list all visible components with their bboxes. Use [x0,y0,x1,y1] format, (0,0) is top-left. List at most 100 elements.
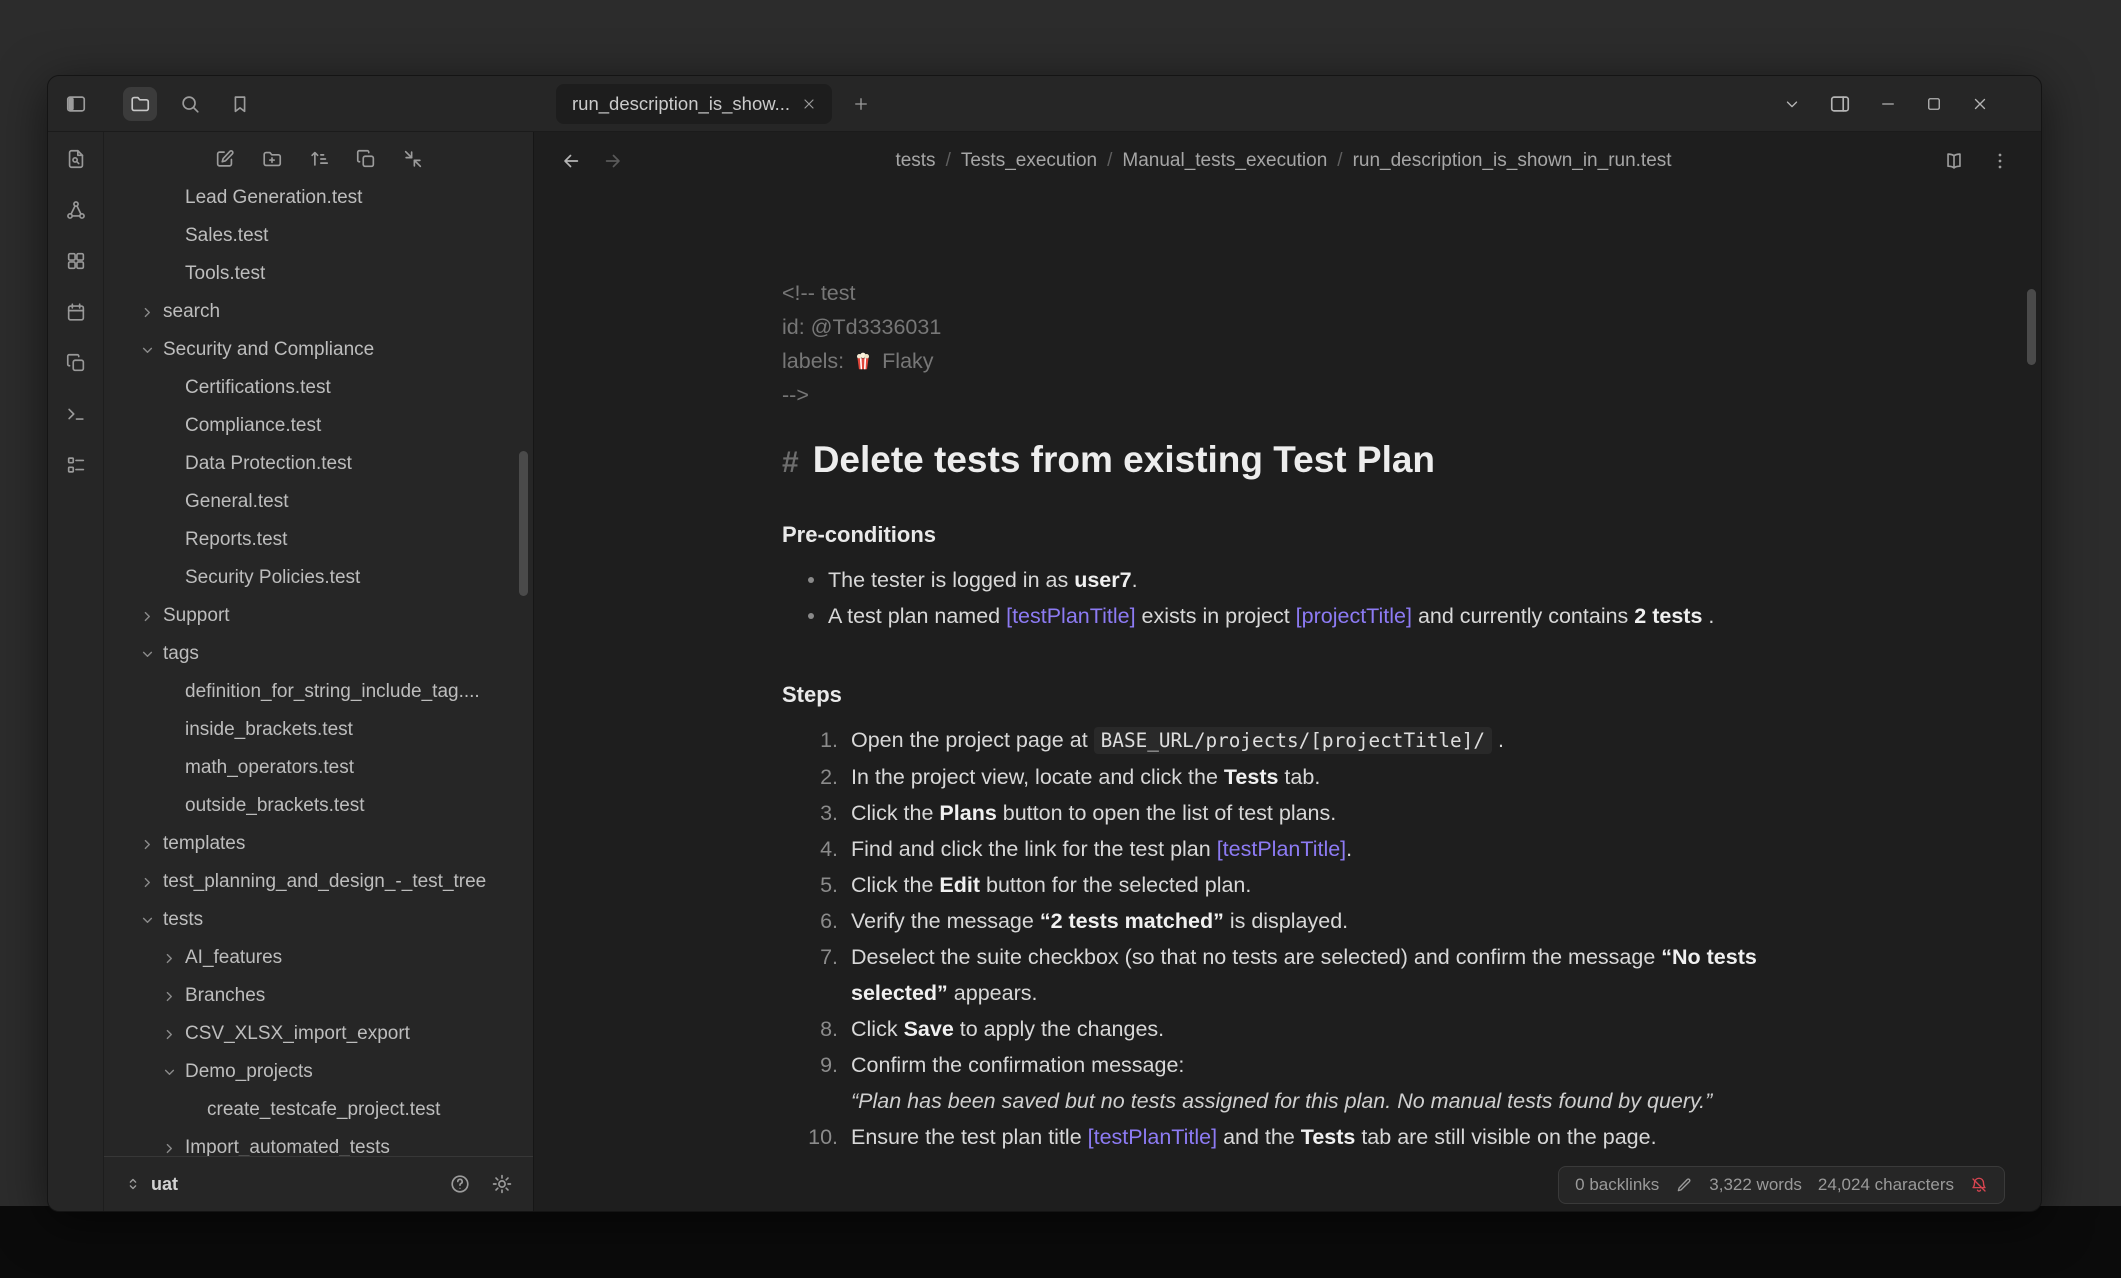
vault-switcher[interactable]: uat [104,1156,533,1211]
tab-list-button[interactable] [1783,95,1801,113]
breadcrumb-segment[interactable]: tests [895,150,935,172]
list-view-icon[interactable] [61,450,91,480]
tree-item[interactable]: General.test [104,483,533,521]
new-tab-button[interactable] [846,89,876,119]
internal-link[interactable]: [testPlanTitle] [1088,1125,1217,1149]
calendar-icon[interactable] [61,297,91,327]
tree-item[interactable]: Tools.test [104,255,533,293]
tree-item[interactable]: tags [104,635,533,673]
tree-item[interactable]: Security Policies.test [104,559,533,597]
tree-item[interactable]: Reports.test [104,521,533,559]
collapse-all-button[interactable] [398,144,428,174]
tree-item[interactable]: create_testcafe_project.test [104,1091,533,1129]
graph-view-icon[interactable] [61,195,91,225]
tree-item[interactable]: AI_features [104,939,533,977]
backlinks-count[interactable]: 0 backlinks [1575,1175,1659,1195]
edit-mode-pencil-icon[interactable] [1675,1176,1693,1194]
list-item: 8. Click Save to apply the changes. [782,1011,1782,1047]
terminal-icon[interactable] [61,399,91,429]
tree-item[interactable]: search [104,293,533,331]
tree-item[interactable]: outside_brackets.test [104,787,533,825]
steps-title: Steps [782,678,1782,712]
tree-item[interactable]: Support [104,597,533,635]
text-segment: Click [851,1017,904,1041]
tab-close-icon[interactable] [796,91,822,117]
breadcrumb-segment[interactable]: Manual_tests_execution [1122,150,1327,172]
tree-item[interactable]: Security and Compliance [104,331,533,369]
text-segment: user7 [1074,568,1131,592]
popcorn-emoji-icon [852,350,874,372]
tree-item[interactable]: Demo_projects [104,1053,533,1091]
reading-mode-button[interactable] [1943,150,1965,172]
word-count: 3,322 words [1709,1175,1802,1195]
vault-name: uat [151,1174,178,1195]
internal-link[interactable]: [testPlanTitle] [1006,604,1135,628]
tree-item-label: General.test [185,491,303,513]
tree-item[interactable]: Compliance.test [104,407,533,445]
tree-item[interactable]: math_operators.test [104,749,533,787]
close-button[interactable] [1971,95,1989,113]
tree-item-label: inside_brackets.test [185,719,367,741]
search-view-button[interactable] [173,87,207,121]
tree-item[interactable]: Data Protection.test [104,445,533,483]
breadcrumb-segment[interactable]: Tests_execution [961,150,1097,172]
tree-item[interactable]: CSV_XLSX_import_export [104,1015,533,1053]
forward-button[interactable] [602,150,624,172]
tree-item[interactable]: Sales.test [104,217,533,255]
list-item: 9. Confirm the confirmation message:“Pla… [782,1047,1782,1119]
tree-item[interactable]: inside_brackets.test [104,711,533,749]
maximize-button[interactable] [1925,95,1943,113]
internal-link[interactable]: [projectTitle] [1296,604,1412,628]
internal-link[interactable]: [testPlanTitle] [1217,837,1346,861]
list-item-text: Deselect the suite checkbox (so that no … [851,939,1782,1011]
editor-scrollbar-thumb[interactable] [2027,289,2036,365]
page-title: Delete tests from existing Test Plan [813,438,1435,482]
back-button[interactable] [560,150,582,172]
text-segment: “2 tests matched” [1040,909,1224,933]
text-segment: Confirm the confirmation message: [851,1053,1184,1077]
tree-item[interactable]: Lead Generation.test [104,186,533,217]
tree-item[interactable]: Certifications.test [104,369,533,407]
tree-item[interactable]: tests [104,901,533,939]
list-item-number: 1. [782,722,838,759]
editor-body[interactable]: <!-- test id: @Td3336031 labels: Flaky -… [534,190,2041,1211]
toggle-left-sidebar-button[interactable] [59,87,93,121]
editor-pane: / tests / Tests_execution / Manual [534,132,2041,1211]
tree-item[interactable]: test_planning_and_design_-_test_tree [104,863,533,901]
open-with-search-icon[interactable] [61,144,91,174]
overlap-squares-button[interactable] [351,144,381,174]
list-item-text: In the project view, locate and click th… [851,759,1782,795]
sort-order-button[interactable] [304,144,334,174]
sidebar-scrollbar-thumb[interactable] [519,451,528,596]
tree-item-label: Import_automated_tests [185,1137,404,1156]
new-note-button[interactable] [210,144,240,174]
help-button[interactable] [449,1173,471,1195]
tree-item[interactable]: definition_for_string_include_tag.... [104,673,533,711]
tab-active[interactable]: run_description_is_show... [556,84,832,124]
canvas-icon[interactable] [61,246,91,276]
text-segment: Deselect the suite checkbox (so that no … [851,945,1661,969]
list-item: 3. Click the Plans button to open the li… [782,795,1782,831]
breadcrumb-segment[interactable]: run_description_is_shown_in_run.test [1353,150,1672,172]
ribbon [48,132,104,1211]
new-folder-button[interactable] [257,144,287,174]
minimize-button[interactable] [1879,95,1897,113]
list-item-number: 5. [782,867,838,903]
bell-off-icon[interactable] [1970,1176,1988,1194]
toggle-right-sidebar-button[interactable] [1829,93,1851,115]
list-item-number: 8. [782,1011,838,1047]
settings-button[interactable] [491,1173,513,1195]
templates-icon[interactable] [61,348,91,378]
list-item: The tester is logged in as user7. [782,562,1782,598]
tree-item[interactable]: Branches [104,977,533,1015]
explorer-actions [104,132,533,186]
text-segment: Tests [1301,1125,1356,1149]
tree-item[interactable]: templates [104,825,533,863]
files-view-button[interactable] [123,87,157,121]
tree-item[interactable]: Import_automated_tests [104,1129,533,1156]
text-segment: tab. [1278,765,1320,789]
more-options-button[interactable] [1989,150,2011,172]
bookmarks-view-button[interactable] [223,87,257,121]
list-item-number: 9. [782,1047,838,1119]
chevron-right-icon [139,836,163,853]
